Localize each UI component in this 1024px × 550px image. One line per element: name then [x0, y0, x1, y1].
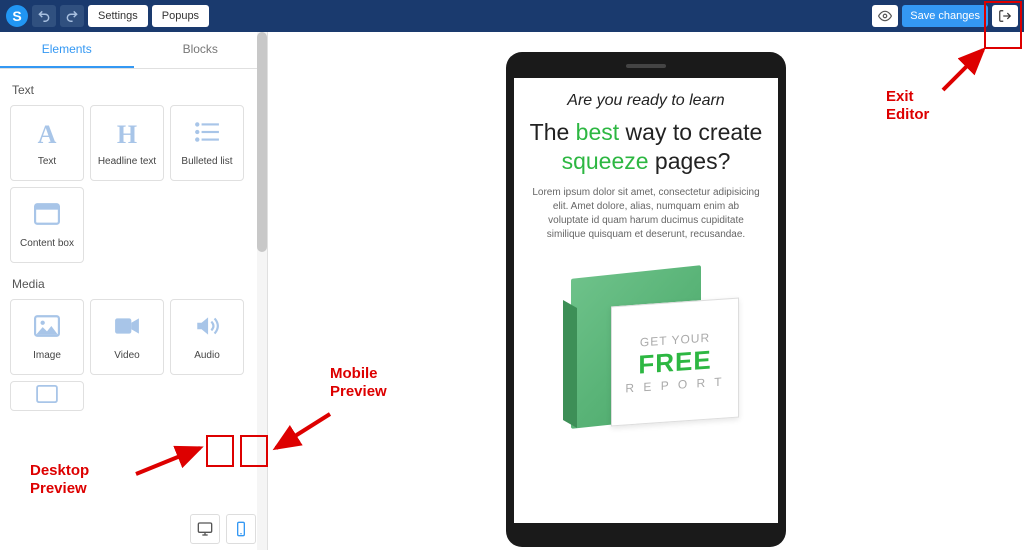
mobile-preview-button[interactable]	[226, 514, 256, 544]
settings-button[interactable]: Settings	[88, 5, 148, 27]
headline-highlight: best	[576, 119, 619, 145]
tile-text[interactable]: A Text	[10, 105, 84, 181]
audio-icon	[194, 313, 220, 344]
tile-content-box[interactable]: Content box	[10, 187, 84, 263]
list-icon	[194, 119, 220, 150]
undo-button[interactable]	[32, 5, 56, 27]
tile-image[interactable]: Image	[10, 299, 84, 375]
box-front: GET YOUR FREE R E P O R T	[611, 297, 739, 426]
headline-icon: H	[117, 120, 137, 150]
desktop-preview-button[interactable]	[190, 514, 220, 544]
device-switcher	[190, 514, 256, 544]
eye-icon	[878, 9, 892, 23]
video-icon	[114, 313, 140, 344]
sidebar-scrollbar[interactable]	[257, 32, 267, 550]
box-text-main: FREE	[638, 343, 711, 379]
exit-editor-button[interactable]	[992, 5, 1018, 27]
headline-part: The	[530, 119, 576, 145]
tile-label: Audio	[194, 350, 220, 361]
app-logo: S	[6, 5, 28, 27]
mobile-icon	[233, 521, 249, 537]
content-box-icon	[34, 201, 60, 232]
tile-audio[interactable]: Audio	[170, 299, 244, 375]
tile-headline[interactable]: H Headline text	[90, 105, 164, 181]
tile-video[interactable]: Video	[90, 299, 164, 375]
tile-label: Image	[33, 350, 61, 361]
elements-sidebar: Elements Blocks Text A Text H Headline t…	[0, 32, 268, 550]
tab-elements[interactable]: Elements	[0, 32, 134, 68]
scroll-thumb[interactable]	[257, 32, 267, 252]
text-icon: A	[38, 120, 57, 150]
redo-icon	[65, 9, 79, 23]
image-icon	[34, 313, 60, 344]
headline-text: The best way to create squeeze pages?	[530, 118, 763, 176]
main-area: Elements Blocks Text A Text H Headline t…	[0, 32, 1024, 550]
save-button[interactable]: Save changes	[902, 5, 988, 27]
tile-label: Bulleted list	[181, 156, 232, 167]
headline-part: pages?	[649, 148, 731, 174]
topbar: S Settings Popups Save changes	[0, 0, 1024, 32]
sidebar-tabs: Elements Blocks	[0, 32, 267, 69]
product-box-image: GET YOUR FREE R E P O R T	[551, 252, 741, 422]
headline-highlight: squeeze	[562, 148, 649, 174]
tab-blocks[interactable]: Blocks	[134, 32, 268, 68]
preview-button[interactable]	[872, 5, 898, 27]
intro-text: Are you ready to learn	[567, 92, 724, 110]
tile-bulleted-list[interactable]: Bulleted list	[170, 105, 244, 181]
popups-button[interactable]: Popups	[152, 5, 209, 27]
phone-screen: Are you ready to learn The best way to c…	[514, 78, 778, 523]
tile-label: Text	[38, 156, 56, 167]
tile-label: Video	[114, 350, 139, 361]
phone-frame: Are you ready to learn The best way to c…	[506, 52, 786, 547]
tile-partial[interactable]	[10, 381, 84, 411]
canvas: Are you ready to learn The best way to c…	[268, 32, 1024, 550]
undo-icon	[37, 9, 51, 23]
exit-icon	[998, 9, 1012, 23]
tile-label: Content box	[20, 238, 74, 249]
tile-label: Headline text	[98, 156, 156, 167]
image-icon	[36, 385, 58, 408]
section-title-text: Text	[0, 69, 267, 105]
phone-speaker	[626, 64, 666, 68]
section-title-media: Media	[0, 263, 267, 299]
headline-part: way to create	[619, 119, 762, 145]
body-text: Lorem ipsum dolor sit amet, consectetur …	[528, 186, 764, 242]
redo-button[interactable]	[60, 5, 84, 27]
desktop-icon	[197, 521, 213, 537]
